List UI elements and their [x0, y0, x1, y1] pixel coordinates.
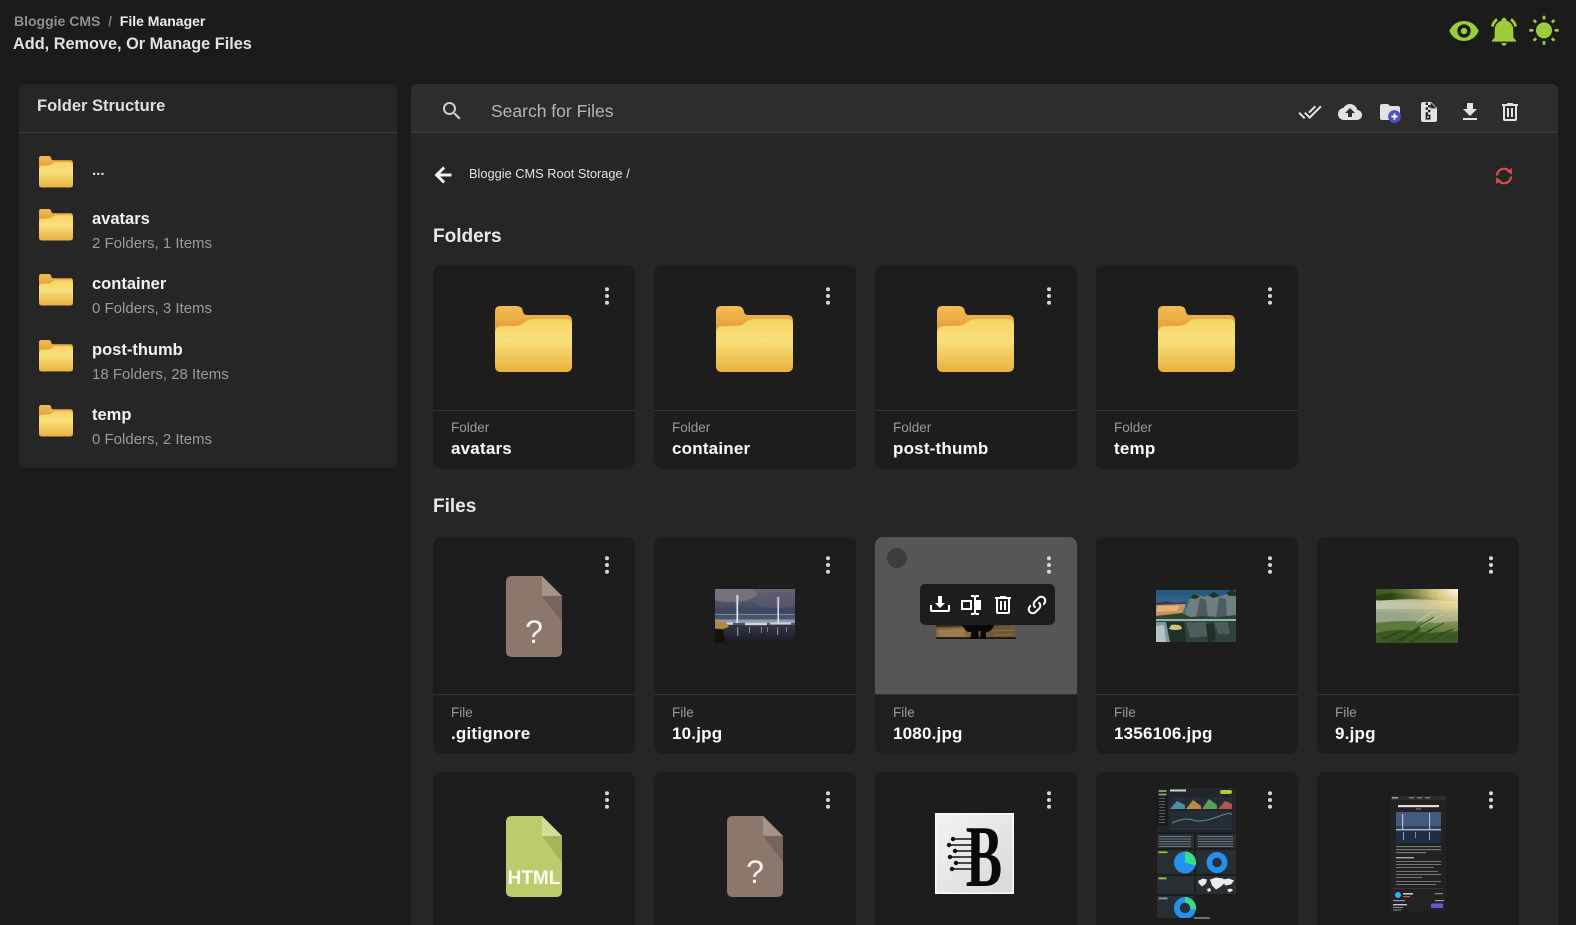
svg-text:B: B	[966, 813, 1002, 894]
svg-text:?: ?	[746, 854, 764, 890]
svg-text:HTML: HTML	[508, 868, 561, 889]
svg-text:?: ?	[525, 614, 543, 650]
